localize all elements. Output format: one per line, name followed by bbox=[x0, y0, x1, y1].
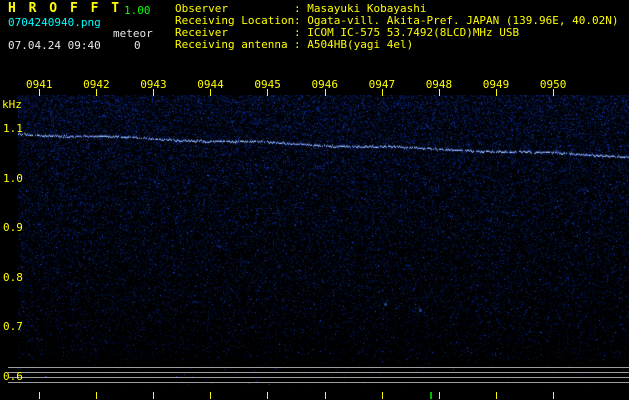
mode-label: meteor bbox=[113, 28, 153, 40]
level-graph-line bbox=[8, 367, 629, 368]
datetime-label: 07.04.24 09:40 bbox=[8, 40, 101, 52]
app-title: H R O F F T bbox=[8, 3, 122, 15]
x-axis-tick-bottom bbox=[267, 392, 268, 399]
x-axis-tick-bottom bbox=[96, 392, 97, 399]
level-graph-line bbox=[8, 372, 629, 373]
level-graph-line bbox=[8, 377, 629, 378]
level-graph-line bbox=[8, 382, 629, 383]
y-axis-label: 0.7 bbox=[3, 320, 23, 333]
x-axis-tick-bottom bbox=[553, 392, 554, 399]
x-axis-tick-top bbox=[267, 89, 268, 96]
echo-count: 0 bbox=[134, 40, 141, 52]
hrofft-screen: H R O F F T 1.00 0704240940.png meteor 0… bbox=[0, 0, 629, 400]
x-axis-tick-bottom bbox=[439, 392, 440, 399]
y-axis-label: 0.6 bbox=[3, 370, 23, 383]
spectrogram-canvas bbox=[18, 95, 629, 385]
x-axis-tick-bottom bbox=[325, 392, 326, 399]
y-axis-unit: kHz bbox=[2, 98, 22, 111]
y-axis-label: 1.0 bbox=[3, 172, 23, 185]
x-axis-tick-bottom bbox=[39, 392, 40, 399]
info-label: Receiving antenna bbox=[175, 39, 294, 51]
y-axis-label: 0.9 bbox=[3, 221, 23, 234]
x-axis-tick-top bbox=[153, 89, 154, 96]
x-axis-tick-bottom bbox=[496, 392, 497, 399]
app-version: 1.00 bbox=[124, 5, 151, 17]
x-axis-tick-top bbox=[39, 89, 40, 96]
info-value: A504HB(yagi 4el) bbox=[307, 38, 413, 51]
x-axis-tick-top bbox=[96, 89, 97, 96]
x-axis-tick-top bbox=[325, 89, 326, 96]
x-axis-tick-top bbox=[382, 89, 383, 96]
x-axis-tick-top bbox=[439, 89, 440, 96]
y-axis-label: 0.8 bbox=[3, 271, 23, 284]
x-axis-tick-top bbox=[496, 89, 497, 96]
x-axis-tick-top bbox=[210, 89, 211, 96]
info-row-antenna: Receiving antenna: A504HB(yagi 4el) bbox=[175, 39, 413, 51]
output-filename: 0704240940.png bbox=[8, 17, 101, 29]
x-axis-tick-bottom bbox=[382, 392, 383, 399]
x-axis-tick-bottom bbox=[153, 392, 154, 399]
x-axis-tick-top bbox=[553, 89, 554, 96]
bottom-marker-tick bbox=[430, 392, 432, 399]
y-axis-label: 1.1 bbox=[3, 122, 23, 135]
x-axis-tick-bottom bbox=[210, 392, 211, 399]
